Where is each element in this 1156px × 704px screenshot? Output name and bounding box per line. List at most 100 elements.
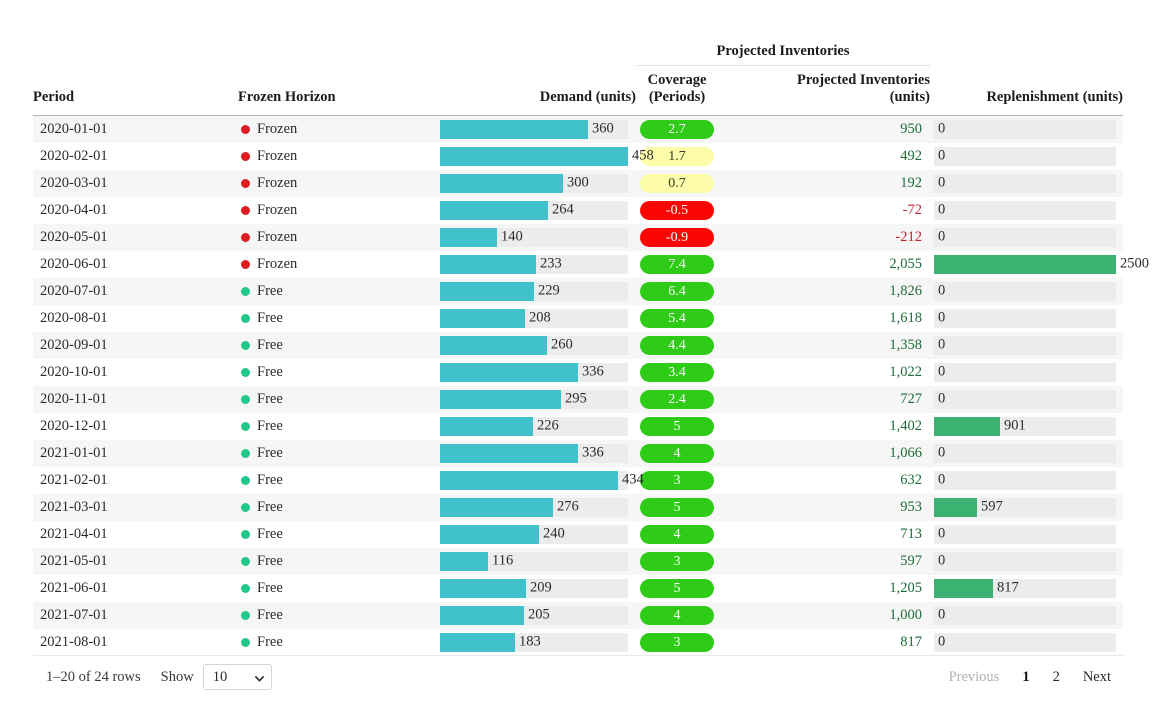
column-header-coverage[interactable]: Coverage (Periods) [636,65,718,116]
table-row[interactable]: 2020-10-01 Free 336 3.4 1,022 0 [33,358,1124,386]
horizon-wrapper: Free [238,364,436,381]
coverage-badge: 3 [640,470,714,490]
horizon-label: Frozen [257,147,298,164]
column-header-demand[interactable]: Demand (units) [436,65,636,116]
demand-bar-fill [440,578,526,598]
demand-bar-value: 209 [530,579,552,596]
cell-period: 2020-03-01 [40,174,108,191]
horizon-wrapper: Free [238,310,436,327]
row-count-label: 1–20 of 24 rows [46,668,141,685]
table-row[interactable]: 2021-01-01 Free 336 4 1,066 0 [33,439,1124,467]
cell-demand: 336 [436,359,636,386]
table-row[interactable]: 2020-02-01 Frozen 458 1.7 492 0 [33,142,1124,170]
free-status-dot-icon [241,340,250,350]
cell-demand: 300 [436,170,636,197]
table-row[interactable]: 2020-07-01 Free 229 6.4 1,826 0 [33,277,1124,305]
table-row[interactable]: 2020-08-01 Free 208 5.4 1,618 0 [33,304,1124,332]
table-row[interactable]: 2021-08-01 Free 183 3 817 0 [33,628,1124,656]
table-header: Projected Inventories Period Frozen Hori… [33,38,1124,116]
column-header-projected-inventories[interactable]: Projected Inventories (units) [718,65,931,116]
replenishment-bar-track: 0 [934,146,1117,166]
demand-bar-track: 295 [440,389,628,409]
demand-bar-track: 240 [440,524,628,544]
replenishment-bar-track: 0 [934,362,1117,382]
table-row[interactable]: 2021-07-01 Free 205 4 1,000 0 [33,601,1124,629]
table-row[interactable]: 2021-02-01 Free 434 3 632 0 [33,466,1124,494]
demand-bar-track: 116 [440,551,628,571]
pagination-page-2[interactable]: 2 [1053,669,1060,686]
column-header-replenishment[interactable]: Replenishment (units) [930,65,1124,116]
demand-bar-fill [440,551,488,571]
free-status-dot-icon [241,421,250,431]
replenishment-bar-track: 901 [934,416,1117,436]
column-header-frozen-horizon[interactable]: Frozen Horizon [238,65,436,116]
pagination-next-button[interactable]: Next [1083,669,1111,686]
table-row[interactable]: 2020-09-01 Free 260 4.4 1,358 0 [33,331,1124,359]
table-row[interactable]: 2020-03-01 Frozen 300 0.7 192 0 [33,169,1124,197]
table-row[interactable]: 2021-06-01 Free 209 5 1,205 817 [33,574,1124,602]
free-status-dot-icon [241,394,250,404]
demand-bar-fill [440,362,578,382]
column-header-row: Period Frozen Horizon Demand (units) Cov… [33,65,1124,116]
cell-period: 2021-01-01 [40,444,108,461]
horizon-label: Free [257,498,283,515]
replenishment-bar-track: 0 [934,551,1117,571]
replenishment-bar-fill [934,416,1001,436]
demand-bar-value: 336 [582,444,604,461]
cell-period: 2020-07-01 [40,282,108,299]
cell-coverage: 3 [636,548,718,575]
table-row[interactable]: 2020-11-01 Free 295 2.4 727 0 [33,385,1124,413]
table-row[interactable]: 2020-06-01 Frozen 233 7.4 2,055 2500 [33,250,1149,278]
replenishment-bar-track: 0 [934,200,1117,220]
table-row[interactable]: 2021-04-01 Free 240 4 713 0 [33,520,1124,548]
free-status-dot-icon [241,610,250,620]
demand-bar-track: 276 [440,497,628,517]
demand-bar-fill [440,254,536,274]
projected-inventories-value: 192 [900,174,923,191]
demand-bar-value: 264 [552,201,574,218]
horizon-wrapper: Free [238,580,436,597]
cell-demand: 360 [436,115,636,143]
coverage-badge: 4 [640,443,714,463]
horizon-wrapper: Frozen [238,148,436,165]
cell-coverage: 4.4 [636,332,718,359]
page-size-value: 10 [212,668,228,685]
table-row[interactable]: 2020-12-01 Free 226 5 1,402 901 [33,412,1124,440]
show-label: Show [160,668,194,685]
replenishment-bar-track: 817 [934,578,1117,598]
table-row[interactable]: 2021-03-01 Free 276 5 953 597 [33,493,1124,521]
cell-replenishment: 0 [930,197,1123,224]
demand-bar-fill [440,497,553,517]
horizon-label: Free [257,282,283,299]
table-row[interactable]: 2021-05-01 Free 116 3 597 0 [33,547,1124,575]
column-header-period[interactable]: Period [33,65,238,116]
projected-inventories-value: -212 [895,228,923,245]
pagination-previous-button[interactable]: Previous [949,669,1000,686]
page-size-select[interactable]: 10 [202,664,272,690]
demand-bar-fill [440,443,578,463]
pagination-page-1[interactable]: 1 [1022,669,1029,686]
table-body: 2020-01-01 Frozen 360 2.7 950 0 2020-02-01 Froz… [33,115,1149,656]
horizon-wrapper: Free [238,553,436,570]
cell-demand: 226 [436,413,636,440]
cell-frozen-horizon: Free [238,413,436,440]
cell-replenishment: 0 [930,332,1123,359]
table-row[interactable]: 2020-05-01 Frozen 140 -0.9 -212 0 [33,223,1124,251]
coverage-badge: 3.4 [640,362,714,382]
cell-coverage: 2.4 [636,386,718,413]
table-row[interactable]: 2020-01-01 Frozen 360 2.7 950 0 [33,115,1124,143]
horizon-label: Frozen [257,201,298,218]
replenishment-bar-track: 0 [934,119,1117,139]
free-status-dot-icon [241,583,250,593]
cell-coverage: -0.5 [636,197,718,224]
free-status-dot-icon [241,502,250,512]
cell-replenishment: 0 [930,305,1123,332]
demand-bar-value: 183 [519,633,541,650]
replenishment-bar-value: 817 [997,579,1019,596]
cell-replenishment: 0 [930,170,1123,197]
cell-coverage: 5.4 [636,305,718,332]
table-row[interactable]: 2020-04-01 Frozen 264 -0.5 -72 0 [33,196,1124,224]
demand-bar-track: 458 [440,146,654,166]
cell-projected-inventories: -72 [718,197,930,224]
cell-frozen-horizon: Free [238,467,436,494]
